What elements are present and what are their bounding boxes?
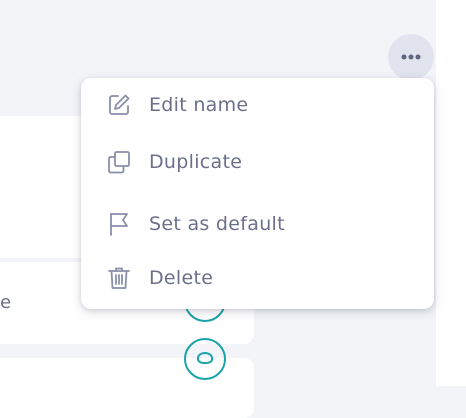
status-ring-icon (184, 338, 226, 380)
trash-icon (108, 267, 130, 289)
menu-item-delete[interactable]: Delete (81, 256, 434, 300)
menu-item-label: Delete (149, 267, 214, 289)
duplicate-icon (108, 151, 130, 174)
card-title-fragment: e (0, 292, 12, 313)
menu-item-edit-name[interactable]: Edit name (81, 83, 434, 127)
flag-icon (110, 213, 128, 236)
context-menu: Edit name Duplicate Set as default Delet… (81, 78, 434, 309)
menu-item-duplicate[interactable]: Duplicate (81, 140, 434, 184)
more-options-button[interactable] (388, 34, 434, 80)
menu-item-label: Duplicate (149, 151, 243, 173)
more-horizontal-icon (401, 54, 421, 60)
menu-item-set-as-default[interactable]: Set as default (81, 202, 434, 246)
right-panel-edge (436, 0, 466, 386)
edit-icon (109, 94, 130, 115)
list-card[interactable] (0, 338, 254, 418)
menu-item-label: Edit name (149, 94, 249, 116)
menu-item-label: Set as default (149, 213, 285, 235)
